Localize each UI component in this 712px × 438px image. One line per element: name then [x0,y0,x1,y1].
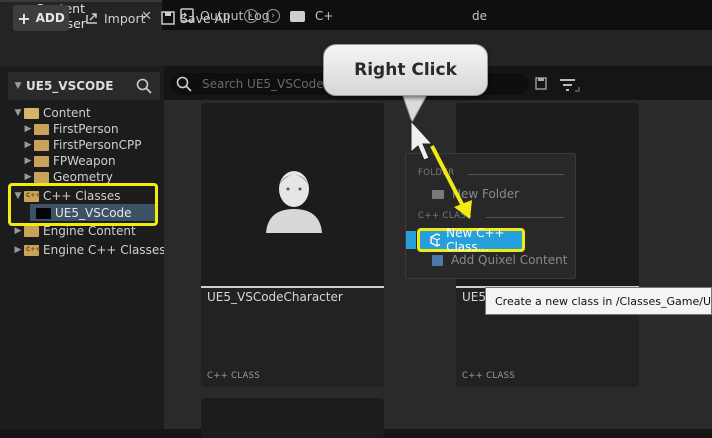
callout-tail [401,92,429,124]
callout-bubble: Right Click [323,44,488,96]
yellow-arrow [430,145,466,209]
mouse-cursor-icon [410,119,434,161]
